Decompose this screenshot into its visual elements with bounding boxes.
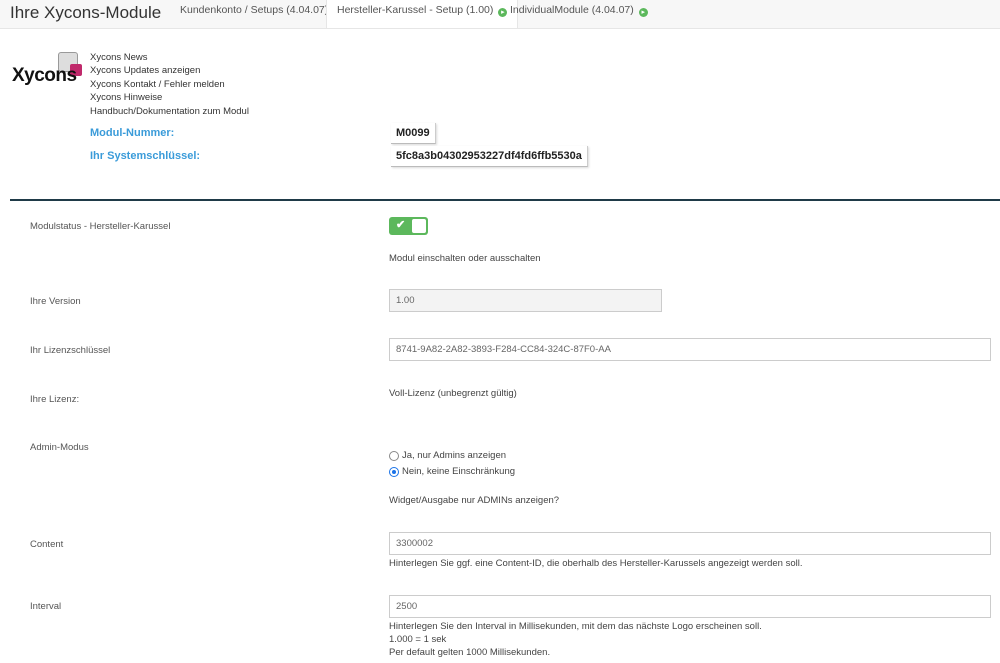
module-number-label: Modul-Nummer: xyxy=(90,127,175,139)
tab-kundenkonto[interactable]: Kundenkonto / Setups (4.04.07)▸ xyxy=(170,0,352,28)
page-title: Ihre Xycons-Module xyxy=(10,3,162,22)
interval-field[interactable]: 2500 xyxy=(389,595,991,618)
toggle-knob xyxy=(412,219,426,233)
interval-hint: Hinterlegen Sie den Interval in Millisek… xyxy=(389,620,762,659)
arrow-right-circle-icon: ▸ xyxy=(638,8,648,17)
interval-label: Interval xyxy=(30,601,62,612)
radio-button-selected[interactable] xyxy=(389,466,399,477)
admin-mode-option-yes[interactable]: Ja, nur Admins anzeigen xyxy=(389,450,506,461)
logo-text: Xycons xyxy=(12,65,77,86)
system-key-value: 5fc8a3b04302953227df4fd6ffb5530a xyxy=(391,146,588,167)
top-bar: Ihre Xycons-Module Kundenkonto / Setups … xyxy=(0,0,1000,29)
module-status-toggle[interactable]: ✔ xyxy=(389,217,428,235)
content-hint: Hinterlegen Sie ggf. eine Content-ID, di… xyxy=(389,558,803,569)
tab-hersteller-karussel[interactable]: Hersteller-Karussel - Setup (1.00) ▸ xyxy=(326,0,519,28)
admin-mode-label: Admin-Modus xyxy=(30,442,89,453)
tab-label: IndividualModule (4.04.07) xyxy=(510,4,634,16)
xycons-links: Xycons News Xycons Updates anzeigen Xyco… xyxy=(90,51,249,118)
module-status-hint: Modul einschalten oder ausschalten xyxy=(389,253,541,264)
license-key-field[interactable]: 8741-9A82-2A82-3893-F284-CC84-324C-87F0-… xyxy=(389,338,991,361)
module-status-label: Modulstatus - Hersteller-Karussel xyxy=(30,221,171,232)
link-contact[interactable]: Xycons Kontakt / Fehler melden xyxy=(90,78,249,91)
link-hints[interactable]: Xycons Hinweise xyxy=(90,91,249,104)
tab-individualmodule[interactable]: IndividualModule (4.04.07) ▸ xyxy=(500,0,658,28)
admin-mode-hint: Widget/Ausgabe nur ADMINs anzeigen? xyxy=(389,495,560,506)
radio-label: Ja, nur Admins anzeigen xyxy=(402,450,507,461)
license-key-label: Ihr Lizenzschlüssel xyxy=(30,345,111,356)
radio-label: Nein, keine Einschränkung xyxy=(402,466,516,477)
module-number-value: M0099 xyxy=(391,123,436,144)
content-field[interactable]: 3300002 xyxy=(389,532,991,555)
xycons-logo: Xycons xyxy=(12,50,82,94)
link-updates[interactable]: Xycons Updates anzeigen xyxy=(90,64,249,77)
version-label: Ihre Version xyxy=(30,296,81,307)
content-label: Content xyxy=(30,539,64,550)
interval-hint-line: Per default gelten 1000 Millisekunden. xyxy=(389,647,551,658)
section-divider xyxy=(10,199,1000,201)
interval-hint-line: Hinterlegen Sie den Interval in Millisek… xyxy=(389,621,762,632)
admin-mode-option-no[interactable]: Nein, keine Einschränkung xyxy=(389,466,515,477)
tab-label: Hersteller-Karussel - Setup (1.00) xyxy=(337,4,494,16)
license-label: Ihre Lizenz: xyxy=(30,394,80,405)
radio-button[interactable] xyxy=(389,450,399,461)
link-manual[interactable]: Handbuch/Dokumentation zum Modul xyxy=(90,105,249,118)
link-news[interactable]: Xycons News xyxy=(90,51,249,64)
license-value: Voll-Lizenz (unbegrenzt gültig) xyxy=(389,388,517,399)
interval-hint-line: 1.000 = 1 sek xyxy=(389,634,447,645)
tab-label: Kundenkonto / Setups (4.04.07) xyxy=(180,4,329,16)
version-field[interactable]: 1.00 xyxy=(389,289,662,312)
system-key-label: Ihr Systemschlüssel: xyxy=(90,150,201,162)
check-icon: ✔ xyxy=(396,219,406,231)
